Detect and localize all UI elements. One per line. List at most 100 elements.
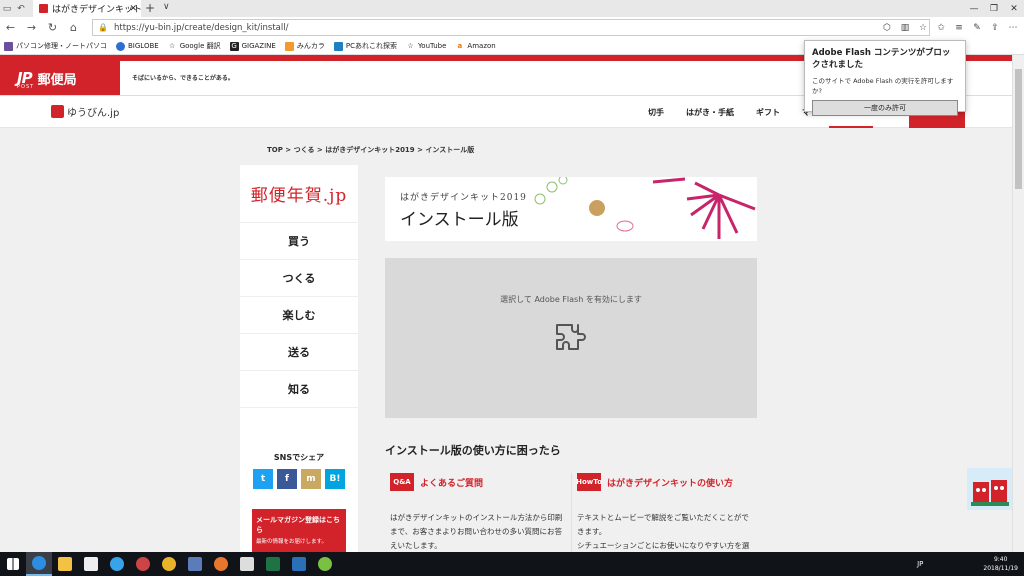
- scrollbar-thumb[interactable]: [1015, 69, 1022, 189]
- sns-title: SNSでシェア: [273, 453, 325, 462]
- menu-item[interactable]: ギフト: [756, 107, 780, 118]
- browser-tab[interactable]: はがきデザインキット2019 | ✕: [33, 0, 141, 17]
- globe-icon: [116, 41, 125, 51]
- tab-bar: ▭ ↶ はがきデザインキット2019 | ✕ + ∨ — ❐ ✕: [0, 0, 1024, 17]
- page-title: インストール版: [400, 210, 519, 230]
- close-window-icon[interactable]: ✕: [1004, 0, 1024, 17]
- clock-date: 2018/11/19: [983, 565, 1018, 572]
- refresh-icon[interactable]: ↻: [42, 17, 63, 38]
- reading-list-icon[interactable]: ≡: [950, 19, 968, 36]
- windows-taskbar: JP 9:40 2018/11/19: [0, 552, 1024, 576]
- bookmark-item[interactable]: PCあれこれ探索: [333, 41, 397, 51]
- excel-icon[interactable]: [260, 552, 286, 576]
- flash-blocked-icon[interactable]: ⬡: [878, 19, 896, 36]
- menu-item[interactable]: はがき・手紙: [686, 107, 734, 118]
- flash-blocked-popup: Adobe Flash コンテンツがブロックされました このサイトで Adobe…: [804, 40, 966, 116]
- howto-card[interactable]: HowTo はがきデザインキットの使い方 テキストとムービーで解説をご覧いただく…: [576, 473, 757, 552]
- bookmark-item[interactable]: a Amazon: [455, 42, 496, 51]
- site-name: ゆうびん.jp: [67, 108, 120, 119]
- sidebar-item-buy[interactable]: 買う: [240, 223, 358, 260]
- share-icon[interactable]: ⇪: [986, 19, 1004, 36]
- facebook-icon[interactable]: f: [277, 469, 297, 489]
- folder-icon: [4, 41, 13, 51]
- forward-icon[interactable]: →: [21, 17, 42, 38]
- faq-card-title[interactable]: よくあるご質問: [420, 476, 483, 489]
- ime-indicator[interactable]: JP: [917, 560, 923, 568]
- toolbar-icons: ✩ ≡ ✎ ⇪ ⋯: [932, 19, 1022, 36]
- ie-icon[interactable]: [104, 552, 130, 576]
- bookmark-item[interactable]: ☆ Google 翻訳: [168, 41, 221, 51]
- app-icon[interactable]: [182, 552, 208, 576]
- app-icon[interactable]: [312, 552, 338, 576]
- flash-placeholder[interactable]: 選択して Adobe Flash を有効にします: [385, 258, 757, 418]
- bookmark-item[interactable]: パソコン修理・ノートパソコ: [4, 41, 107, 51]
- card-divider: [571, 473, 572, 552]
- breadcrumb[interactable]: TOP > つくる > はがきデザインキット2019 > インストール版: [267, 145, 474, 155]
- back-icon[interactable]: ←: [0, 17, 21, 38]
- logo-sub: POST: [17, 84, 35, 90]
- favorites-hub-icon[interactable]: ✩: [932, 19, 950, 36]
- more-icon[interactable]: ⋯: [1004, 19, 1022, 36]
- minimize-icon[interactable]: —: [964, 0, 984, 17]
- app-icon[interactable]: [130, 552, 156, 576]
- bookmark-item[interactable]: ☆ YouTube: [406, 42, 446, 51]
- firefox-icon[interactable]: [208, 552, 234, 576]
- address-bar-icons: ⬡ ▥ ☆: [878, 19, 932, 36]
- tab-list-icon[interactable]: ▭: [0, 0, 14, 17]
- maximize-icon[interactable]: ❐: [984, 0, 1004, 17]
- new-tab-icon[interactable]: +: [145, 1, 155, 15]
- tab-back-icon[interactable]: ↶: [14, 0, 28, 17]
- page-viewport[interactable]: JP 郵便局 POST そばにいるから、できることがある。 ゆうびん.jp 切手…: [0, 55, 1012, 552]
- popup-title: Adobe Flash コンテンツがブロックされました: [812, 48, 951, 70]
- sidebar-item-create[interactable]: つくる: [240, 260, 358, 297]
- clock[interactable]: 9:40 2018/11/19: [983, 555, 1018, 573]
- mail-magazine-banner[interactable]: メールマガジン登録はこちら 最新の情報をお届けします。: [252, 509, 346, 552]
- howto-card-title[interactable]: はがきデザインキットの使い方: [607, 476, 733, 489]
- mixi-icon[interactable]: m: [301, 469, 321, 489]
- plugin-puzzle-icon: [556, 324, 586, 350]
- yubin-logo[interactable]: ゆうびん.jp: [51, 104, 119, 119]
- edge-taskbar-icon[interactable]: [26, 552, 52, 576]
- japan-post-logo[interactable]: JP 郵便局 POST: [0, 61, 120, 95]
- allow-once-button[interactable]: 一度のみ許可: [812, 100, 958, 116]
- clock-time: 9:40: [993, 556, 1008, 563]
- tab-menu-chevron-icon[interactable]: ∨: [163, 2, 170, 12]
- sidebar-item-enjoy[interactable]: 楽しむ: [240, 297, 358, 334]
- explorer-icon[interactable]: [52, 552, 78, 576]
- chrome-icon[interactable]: [156, 552, 182, 576]
- tab-title: はがきデザインキット2019 |: [52, 5, 141, 15]
- logo-name: 郵便局: [37, 72, 77, 88]
- bookmark-item[interactable]: みんカラ: [284, 41, 325, 51]
- app-icon[interactable]: [286, 552, 312, 576]
- banner-subtitle: はがきデザインキット2019: [400, 193, 527, 203]
- tab-close-icon[interactable]: ✕: [129, 4, 137, 14]
- bookmark-item[interactable]: BIGLOBE: [116, 41, 159, 51]
- faq-card-header: Q&A よくあるご質問: [390, 473, 570, 491]
- vertical-scrollbar[interactable]: [1012, 55, 1024, 552]
- twitter-icon[interactable]: t: [253, 469, 273, 489]
- mail-icon[interactable]: [234, 552, 260, 576]
- menu-item[interactable]: 切手: [648, 107, 664, 118]
- web-note-icon[interactable]: ✎: [968, 19, 986, 36]
- start-icon[interactable]: [0, 552, 26, 576]
- nenga-logo[interactable]: 郵便年賀.jp: [240, 165, 358, 223]
- address-bar[interactable]: 🔒 https://yu-bin.jp/create/design_kit/in…: [92, 19, 930, 36]
- home-icon[interactable]: ⌂: [63, 17, 84, 38]
- favorite-star-icon[interactable]: ☆: [914, 19, 932, 36]
- faq-card[interactable]: Q&A よくあるご質問 はがきデザインキットのインストール方法から印刷 まで、お…: [390, 473, 570, 552]
- bookmark-item[interactable]: G GIGAZINE: [229, 41, 276, 51]
- system-tray: JP 9:40 2018/11/19: [917, 552, 1018, 576]
- qa-badge-icon: Q&A: [390, 473, 414, 491]
- site-favicon-icon: [39, 4, 48, 13]
- reading-view-icon[interactable]: ▥: [896, 19, 914, 36]
- popup-message: このサイトで Adobe Flash の実行を許可しますか?: [812, 77, 954, 95]
- sidebar-item-know[interactable]: 知る: [240, 371, 358, 408]
- mascot-chat-widget[interactable]: [967, 468, 1012, 510]
- sns-buttons: t f m B!: [240, 469, 358, 489]
- store-icon[interactable]: [78, 552, 104, 576]
- car-icon: [284, 41, 294, 51]
- window-controls: — ❐ ✕: [964, 0, 1024, 17]
- sidebar-item-send[interactable]: 送る: [240, 334, 358, 371]
- navigation-bar: ← → ↻ ⌂ 🔒 https://yu-bin.jp/create/desig…: [0, 17, 1024, 38]
- hatena-bookmark-icon[interactable]: B!: [325, 469, 345, 489]
